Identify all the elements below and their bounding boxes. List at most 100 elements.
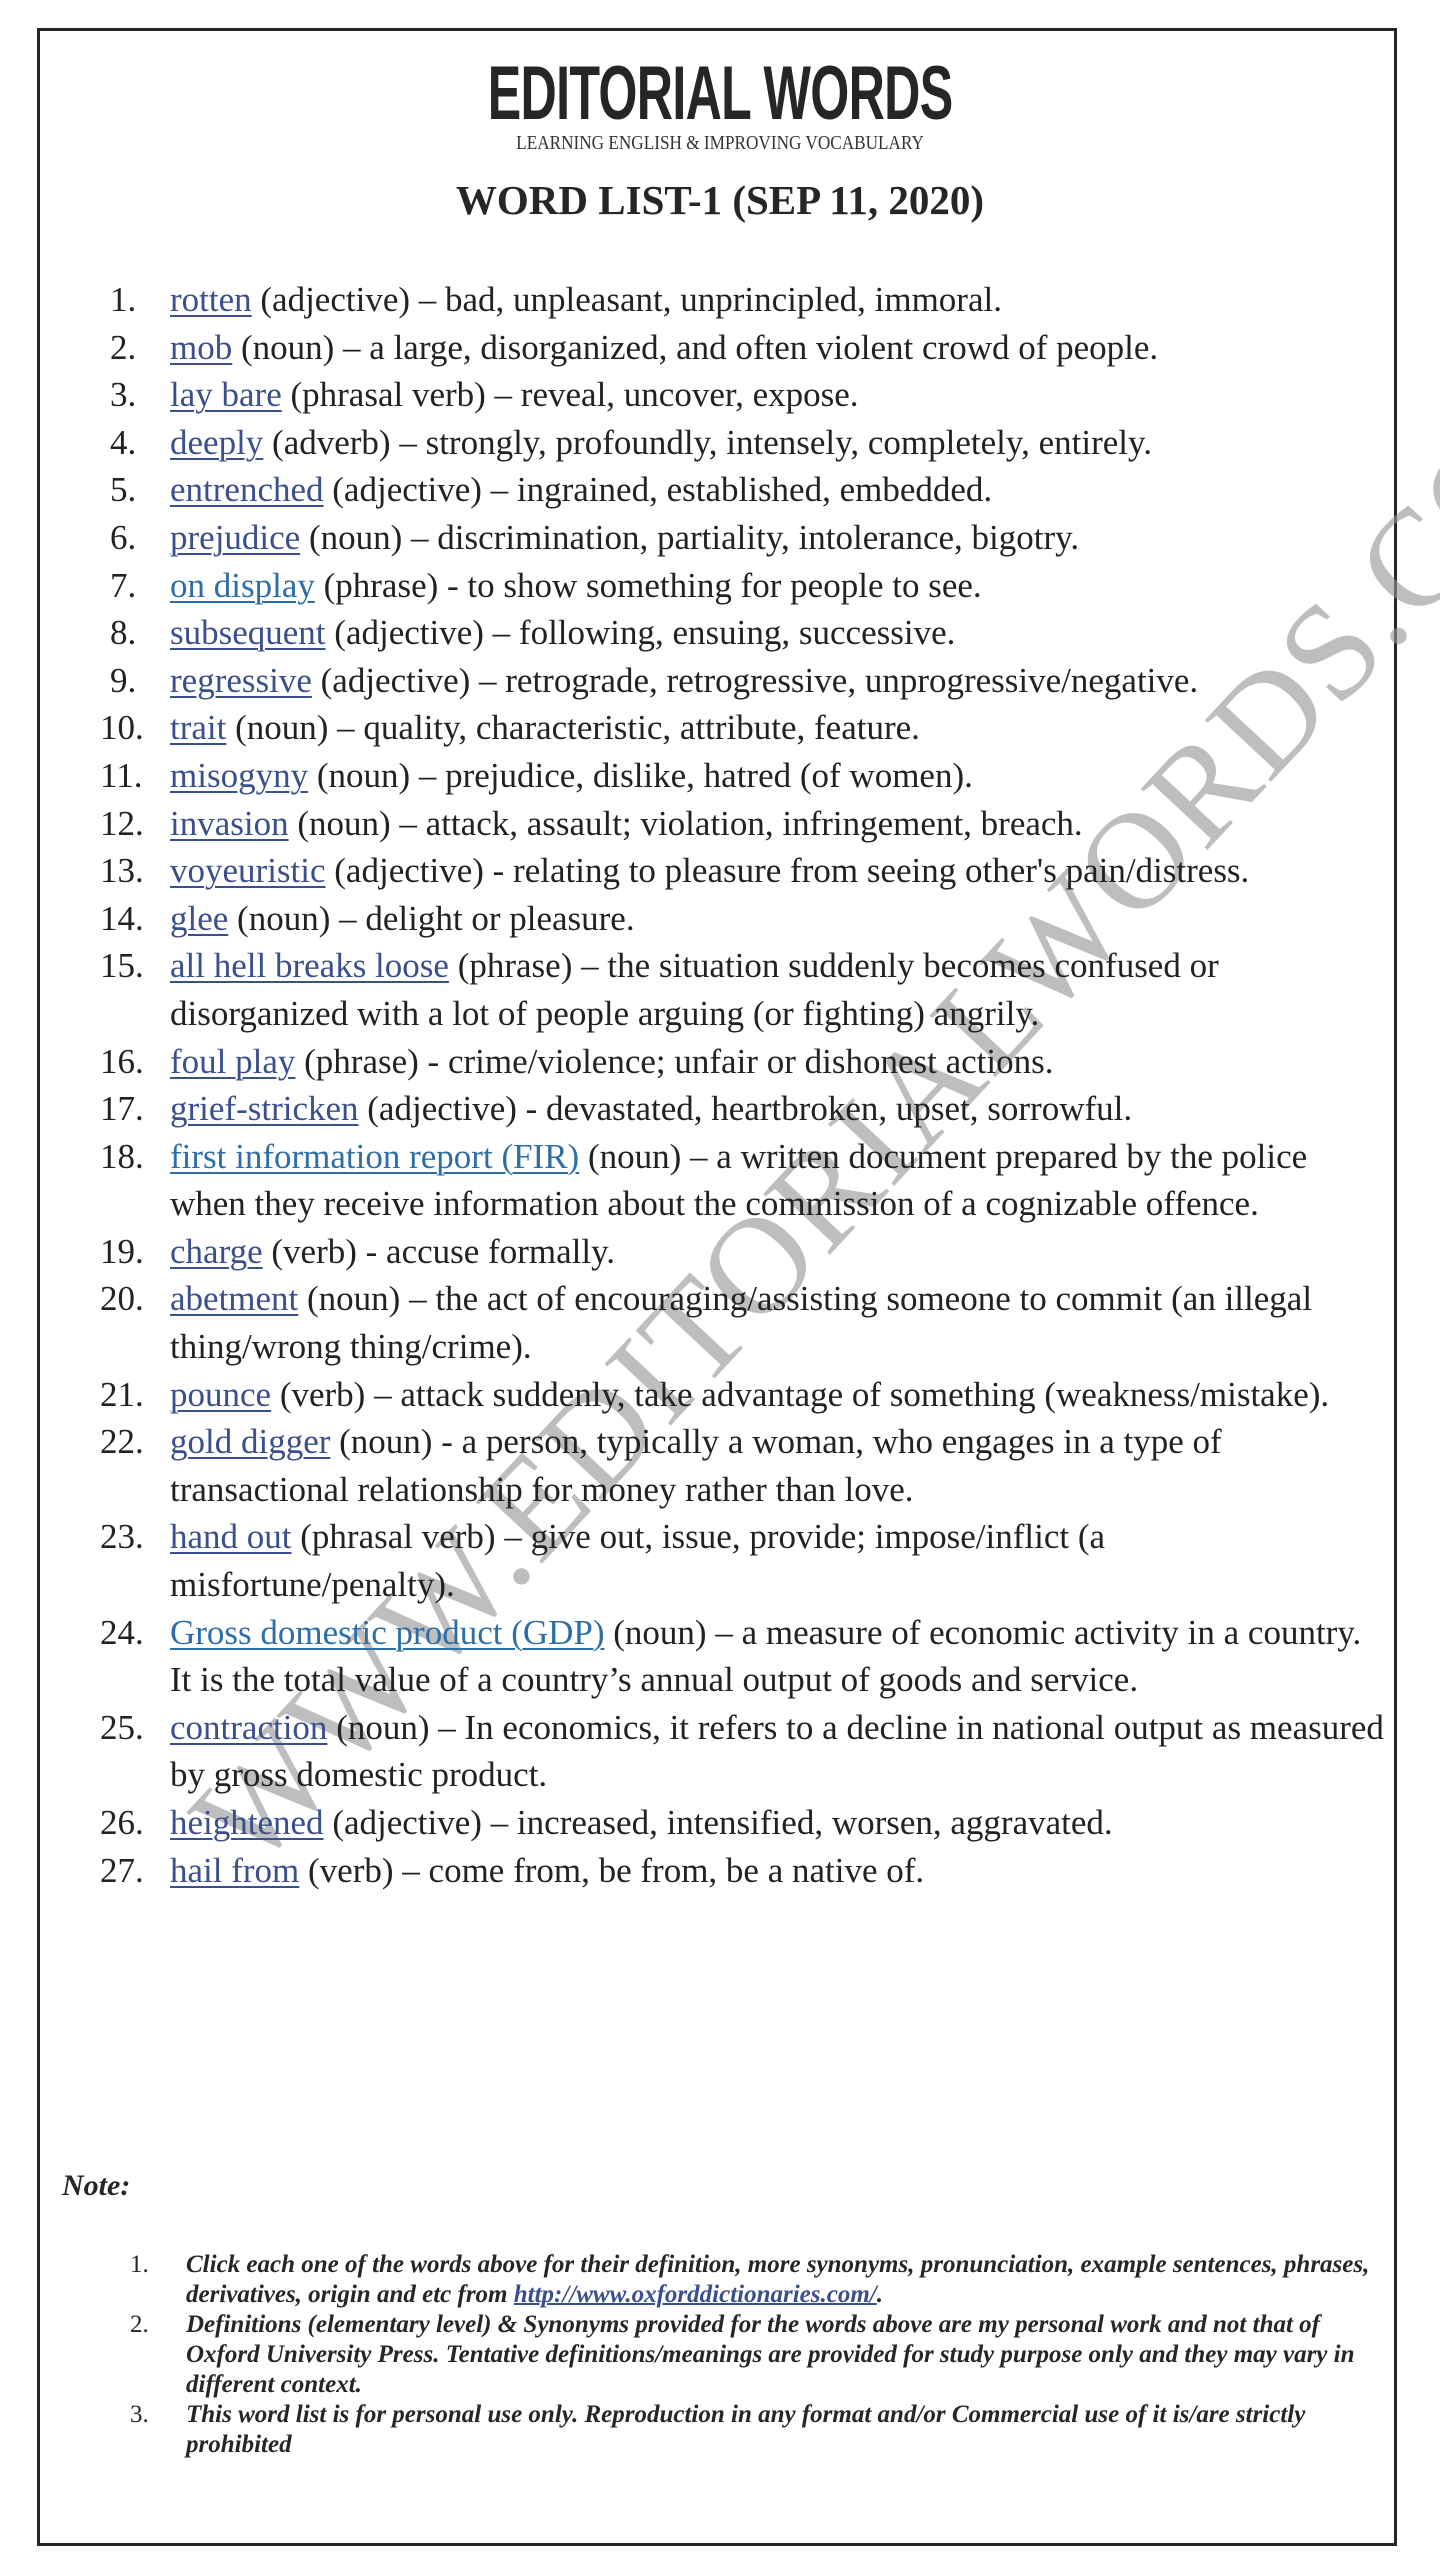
word-link[interactable]: misogyny (170, 756, 308, 795)
word-item: 9. regressive (adjective) – retrograde, r… (100, 657, 1390, 705)
oxford-dictionaries-link[interactable]: http://www.oxforddictionaries.com/ (514, 2281, 877, 2308)
word-link[interactable]: deeply (170, 423, 263, 462)
word-link[interactable]: charge (170, 1232, 263, 1271)
word-item: 15. all hell breaks loose (phrase) – the … (100, 942, 1390, 1037)
item-body: entrenched (adjective) – ingrained, esta… (170, 466, 1390, 514)
word-link[interactable]: Gross domestic product (GDP) (170, 1613, 605, 1652)
item-body: deeply (adverb) – strongly, profoundly, … (170, 419, 1390, 467)
word-link[interactable]: voyeuristic (170, 851, 326, 890)
item-number: 13. (100, 851, 144, 891)
word-definition: (adjective) – ingrained, established, em… (323, 470, 993, 510)
word-link[interactable]: entrenched (170, 470, 324, 509)
word-definition: (verb) - accuse formally. (262, 1231, 616, 1271)
item-body: trait (noun) – quality, characteristic, … (170, 704, 1390, 752)
word-item: 21. pounce (verb) – attack suddenly, take… (100, 1371, 1390, 1419)
word-item: 27. hail from (verb) – come from, be from… (100, 1847, 1390, 1895)
word-item: 25. contraction (noun) – In economics, it… (100, 1704, 1390, 1799)
word-link[interactable]: grief-stricken (170, 1089, 359, 1128)
item-number: 5. (110, 470, 137, 510)
word-item: 12. invasion (noun) – attack, assault; vi… (100, 800, 1390, 848)
item-number: 4. (110, 422, 137, 462)
word-link[interactable]: on display (170, 566, 315, 605)
item-body: foul play (phrase) - crime/violence; unf… (170, 1038, 1390, 1086)
word-definition: (noun) – a large, disorganized, and ofte… (232, 327, 1159, 367)
note-number: 3. (130, 2401, 149, 2428)
word-link[interactable]: heightened (170, 1803, 324, 1842)
word-link[interactable]: abetment (170, 1279, 298, 1318)
word-link[interactable]: prejudice (170, 518, 300, 557)
item-number: 18. (100, 1136, 144, 1176)
item-body: misogyny (noun) – prejudice, dislike, ha… (170, 752, 1390, 800)
word-definition: (noun) – prejudice, dislike, hatred (of … (308, 755, 973, 795)
word-link[interactable]: first information report (FIR) (170, 1137, 579, 1176)
item-body: invasion (noun) – attack, assault; viola… (170, 800, 1390, 848)
word-definition: (adjective) – retrograde, retrogressive,… (311, 660, 1199, 700)
word-link[interactable]: gold digger (170, 1422, 330, 1461)
word-item: 7. on display (phrase) - to show somethin… (100, 562, 1390, 610)
word-item: 11. misogyny (noun) – prejudice, dislike,… (100, 752, 1390, 800)
word-link[interactable]: contraction (170, 1708, 327, 1747)
word-definition: (verb) – attack suddenly, take advantage… (271, 1374, 1330, 1414)
word-link[interactable]: pounce (170, 1375, 271, 1414)
word-item: 22. gold digger (noun) - a person, typica… (100, 1418, 1390, 1513)
item-body: abetment (noun) – the act of encouraging… (170, 1275, 1390, 1370)
item-number: 12. (100, 803, 144, 843)
word-item: 16. foul play (phrase) - crime/violence; … (100, 1038, 1390, 1086)
word-link[interactable]: mob (170, 328, 232, 367)
note-item: 2. Definitions (elementary level) & Syno… (130, 2310, 1370, 2400)
word-link[interactable]: all hell breaks loose (170, 946, 449, 985)
word-definition: (adjective) – following, ensuing, succes… (325, 613, 956, 653)
note-text-after: . (876, 2281, 883, 2308)
word-link[interactable]: regressive (170, 661, 312, 700)
tagline-text: LEARNING ENGLISH & IMPROVING VOCABULARY (516, 132, 924, 154)
word-link[interactable]: foul play (170, 1042, 295, 1081)
word-definition: (noun) – In economics, it refers to a de… (170, 1707, 1384, 1795)
word-link[interactable]: hail from (170, 1851, 299, 1890)
word-definition: (noun) – discrimination, partiality, int… (300, 517, 1080, 557)
item-body: Gross domestic product (GDP) (noun) – a … (170, 1609, 1390, 1704)
word-link[interactable]: lay bare (170, 375, 282, 414)
word-item: 17. grief-stricken (adjective) - devastat… (100, 1085, 1390, 1133)
item-number: 27. (100, 1850, 144, 1890)
item-body: contraction (noun) – In economics, it re… (170, 1704, 1390, 1799)
word-definition: (adjective) – bad, unpleasant, unprincip… (251, 280, 1002, 319)
note-number: 2. (130, 2311, 149, 2338)
word-item: 5. entrenched (adjective) – ingrained, es… (100, 466, 1390, 514)
item-number: 10. (100, 708, 144, 748)
item-body: on display (phrase) - to show something … (170, 562, 1390, 610)
word-item: 8. subsequent (adjective) – following, en… (100, 609, 1390, 657)
word-list: 1. rotten (adjective) – bad, unpleasant, … (100, 276, 1390, 1894)
word-item: 6. prejudice (noun) – discrimination, par… (100, 514, 1390, 562)
item-body: heightened (adjective) – increased, inte… (170, 1799, 1390, 1847)
item-number: 23. (100, 1517, 144, 1557)
word-definition: (phrase) - to show something for people … (314, 565, 982, 605)
item-number: 9. (110, 660, 137, 700)
item-body: rotten (adjective) – bad, unpleasant, un… (170, 276, 1390, 324)
item-number: 22. (100, 1422, 144, 1462)
item-body: regressive (adjective) – retrograde, ret… (170, 657, 1390, 705)
tagline: LEARNING ENGLISH & IMPROVING VOCABULARY (0, 132, 1440, 154)
word-link[interactable]: hand out (170, 1517, 292, 1556)
item-body: prejudice (noun) – discrimination, parti… (170, 514, 1390, 562)
item-body: mob (noun) – a large, disorganized, and … (170, 324, 1390, 372)
word-item: 13. voyeuristic (adjective) - relating to… (100, 847, 1390, 895)
item-number: 26. (100, 1803, 144, 1842)
item-number: 19. (100, 1231, 144, 1271)
word-definition: (phrasal verb) – reveal, uncover, expose… (281, 375, 859, 415)
item-number: 2. (110, 327, 137, 367)
word-item: 18. first information report (FIR) (noun)… (100, 1133, 1390, 1228)
word-link[interactable]: glee (170, 899, 228, 938)
word-item: 24. Gross domestic product (GDP) (noun) –… (100, 1609, 1390, 1704)
word-link[interactable]: subsequent (170, 613, 326, 652)
item-number: 21. (100, 1374, 144, 1414)
brand-title-text: EDITORIAL WORDS (487, 51, 953, 136)
item-body: grief-stricken (adjective) - devastated,… (170, 1085, 1390, 1133)
word-link[interactable]: trait (170, 708, 226, 747)
item-number: 20. (100, 1279, 144, 1319)
word-definition: (adjective) - relating to pleasure from … (325, 851, 1250, 891)
word-link[interactable]: rotten (170, 280, 252, 319)
word-link[interactable]: invasion (170, 804, 289, 843)
word-item: 10. trait (noun) – quality, characteristi… (100, 704, 1390, 752)
word-item: 14. glee (noun) – delight or pleasure. (100, 895, 1390, 943)
word-definition: (noun) – delight or pleasure. (228, 898, 635, 938)
